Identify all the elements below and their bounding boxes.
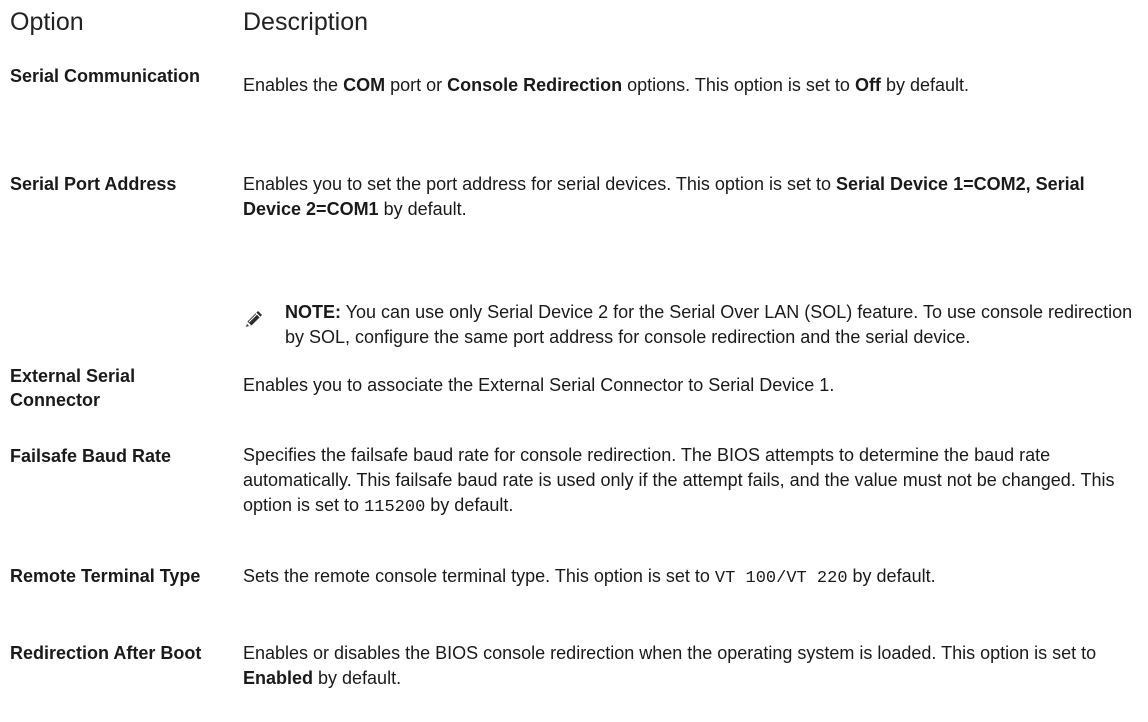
desc-serial-port-address: Enables you to set the port address for …: [243, 172, 1123, 222]
option-serial-port-address: Serial Port Address: [10, 174, 177, 194]
desc-failsafe-baud-rate: Specifies the failsafe baud rate for con…: [243, 443, 1123, 520]
code-value: 115200: [364, 498, 426, 517]
bold-value: COM: [343, 75, 386, 95]
note-label: NOTE:: [285, 302, 341, 322]
desc-run: by default.: [880, 75, 969, 95]
pencil-note-icon: [243, 308, 265, 330]
desc-run: Enables you to associate the External Se…: [243, 375, 835, 395]
desc-serial-communication: Enables the COM port or Console Redirect…: [243, 73, 1123, 98]
desc-external-serial-connector: Enables you to associate the External Se…: [243, 373, 1123, 398]
desc-run: Sets the remote console terminal type. T…: [243, 566, 715, 586]
bold-value: Console Redirection: [447, 75, 623, 95]
desc-run: options. This option is set to: [622, 75, 855, 95]
desc-run: Enables or disables the BIOS console red…: [243, 643, 1097, 663]
desc-run: by default.: [425, 495, 514, 515]
note-text: NOTE: You can use only Serial Device 2 f…: [285, 300, 1147, 350]
code-value: VT 100/VT 220: [714, 569, 848, 588]
option-redirection-after-boot: Redirection After Boot: [10, 643, 202, 663]
header-description: Description: [243, 8, 369, 36]
option-remote-terminal-type: Remote Terminal Type: [10, 566, 201, 586]
note-body: You can use only Serial Device 2 for the…: [285, 302, 1133, 347]
desc-remote-terminal-type: Sets the remote console terminal type. T…: [243, 564, 1123, 591]
desc-run: port or: [385, 75, 448, 95]
desc-run: by default.: [847, 566, 936, 586]
option-serial-communication: Serial Communication: [10, 66, 201, 86]
bold-value: Enabled: [243, 668, 314, 688]
desc-run: by default.: [313, 668, 402, 688]
desc-run: Enables you to set the port address for …: [243, 174, 836, 194]
header-option: Option: [10, 8, 84, 36]
bold-value: Off: [854, 75, 881, 95]
desc-run: by default.: [378, 199, 467, 219]
desc-run: Enables the: [243, 75, 344, 95]
option-external-serial-connector: External Serial Connector: [10, 366, 136, 410]
option-failsafe-baud-rate: Failsafe Baud Rate: [10, 446, 172, 466]
desc-redirection-after-boot: Enables or disables the BIOS console red…: [243, 641, 1123, 691]
